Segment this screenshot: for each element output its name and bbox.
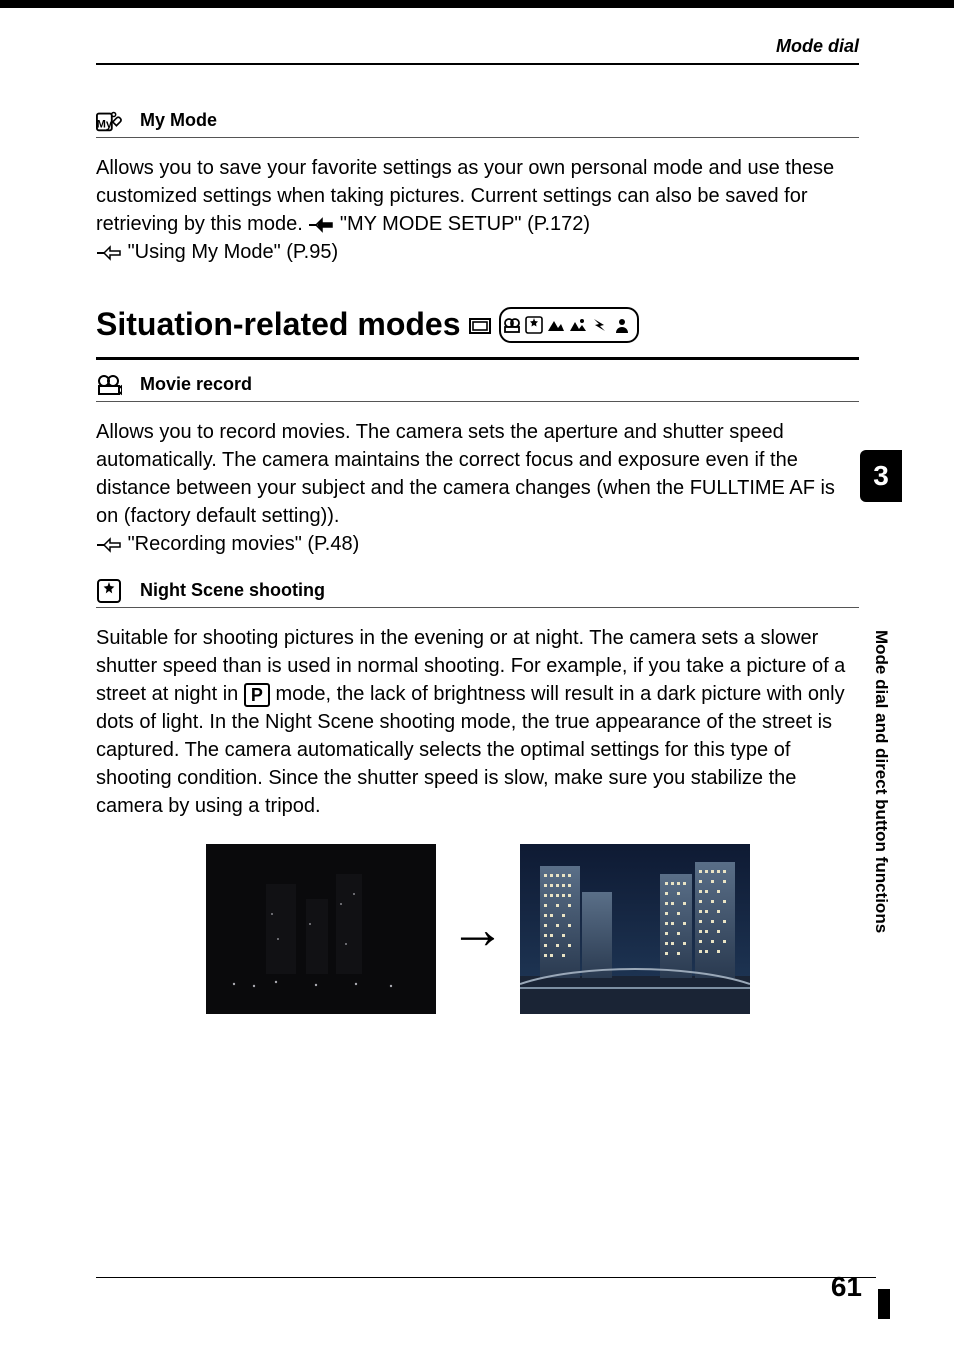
portrait-icon	[613, 316, 631, 334]
pointer-icon	[96, 536, 122, 554]
page: Mode dial 3 Mode dial and direct button …	[0, 0, 954, 1345]
arrow-icon: →	[450, 901, 506, 957]
top-black-bar	[0, 0, 954, 8]
movie-icon	[96, 375, 122, 395]
mymode-rule	[96, 137, 859, 138]
running-title: Mode dial	[96, 36, 859, 57]
sports-icon	[591, 316, 609, 334]
movie-body-text: Allows you to record movies. The camera …	[96, 421, 835, 527]
header-rule	[96, 63, 859, 65]
mode-icons-pill	[499, 307, 639, 343]
night-title: Night Scene shooting	[140, 580, 325, 601]
footer-rule	[96, 1277, 876, 1278]
p-mode-icon: P	[244, 683, 270, 707]
pointer-icon	[308, 216, 334, 234]
night-scene-icon	[525, 316, 543, 334]
mymode-ref2: "Using My Mode" (P.95)	[128, 241, 339, 263]
night-rule	[96, 607, 859, 608]
svg-text:My: My	[97, 118, 113, 130]
landscape-portrait-icon	[569, 316, 587, 334]
pointer-icon	[96, 244, 122, 262]
photo-compare-row: →	[96, 844, 859, 1014]
night-heading-row: Night Scene shooting	[96, 580, 859, 601]
night-photo-dark	[206, 844, 436, 1014]
mymode-heading-row: My My Mode	[96, 110, 859, 131]
mymode-icon: My	[96, 111, 122, 131]
mymode-ref1: "MY MODE SETUP" (P.172)	[340, 213, 590, 235]
side-tab: 3 Mode dial and direct button functions	[860, 450, 902, 1090]
situation-heading-row: Situation-related modes	[96, 306, 859, 343]
movie-heading-row: Movie record	[96, 374, 859, 395]
chapter-title-vertical: Mode dial and direct button functions	[860, 502, 902, 1062]
content-area: My My Mode Allows you to save your favor…	[96, 110, 859, 1014]
landscape-icon	[547, 316, 565, 334]
movie-rule	[96, 401, 859, 402]
movie-body: Allows you to record movies. The camera …	[96, 418, 859, 558]
footer: 61	[0, 1269, 954, 1309]
night-scene-icon	[96, 581, 122, 601]
movie-title: Movie record	[140, 374, 252, 395]
situation-heading: Situation-related modes	[96, 306, 461, 343]
movie-ref: "Recording movies" (P.48)	[128, 533, 360, 555]
chapter-number-badge: 3	[860, 450, 902, 502]
viewfinder-icon	[467, 312, 493, 338]
p-mode-label: P	[251, 685, 263, 705]
situation-rule	[96, 357, 859, 360]
night-photo-bright	[520, 844, 750, 1014]
mymode-body: Allows you to save your favorite setting…	[96, 154, 859, 266]
footer-edge-bar	[878, 1289, 890, 1319]
running-header: Mode dial	[96, 36, 859, 73]
night-body: Suitable for shooting pictures in the ev…	[96, 624, 859, 820]
mymode-title: My Mode	[140, 110, 217, 131]
page-number: 61	[831, 1271, 862, 1303]
movie-icon	[503, 316, 521, 334]
